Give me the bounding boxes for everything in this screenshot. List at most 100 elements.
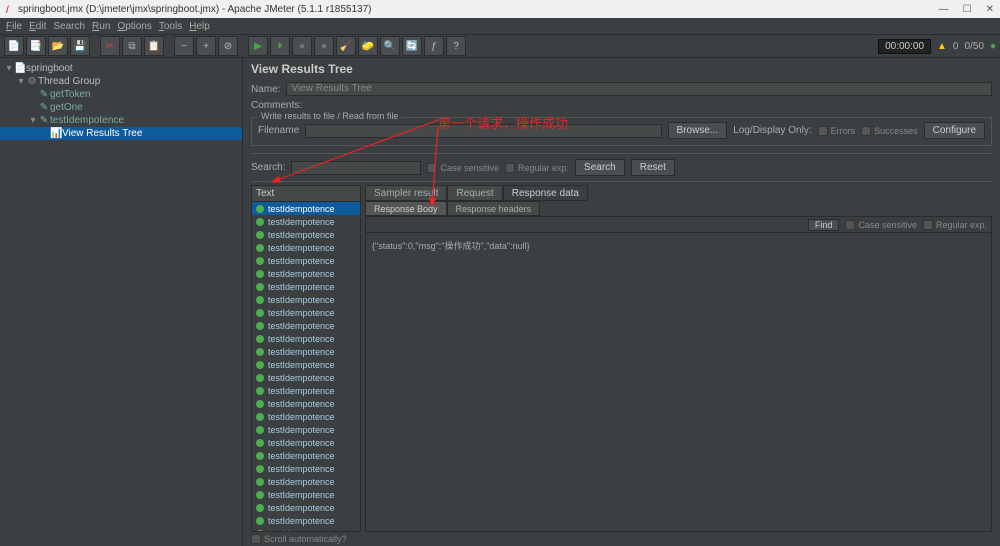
stop-icon[interactable]: ●: [292, 36, 312, 56]
menu-run[interactable]: Run: [90, 21, 112, 32]
panel-title: View Results Tree: [243, 58, 1000, 80]
result-row[interactable]: testIdempotence: [252, 449, 360, 462]
toolbar: 📄 📑 📂 💾 ✂ ⧉ 📋 − + ⊘ ▶ ⏵ ● ● 🧹 🧽 🔍 🔄 ƒ ? …: [0, 34, 1000, 58]
result-row[interactable]: testIdempotence: [252, 436, 360, 449]
tree-label: View Results Tree: [62, 128, 142, 139]
tab-response-data[interactable]: Response data: [503, 185, 588, 201]
search-icon[interactable]: 🔍: [380, 36, 400, 56]
result-row[interactable]: testIdempotence: [252, 397, 360, 410]
comments-label: Comments:: [251, 100, 302, 111]
minimize-button[interactable]: —: [939, 4, 949, 15]
result-row[interactable]: testIdempotence: [252, 514, 360, 527]
tab-request[interactable]: Request: [447, 185, 502, 201]
result-row[interactable]: testIdempotence: [252, 501, 360, 514]
collapse-icon[interactable]: +: [196, 36, 216, 56]
menu-options[interactable]: Options: [115, 21, 153, 32]
filename-input[interactable]: [305, 124, 661, 138]
result-row[interactable]: testIdempotence: [252, 423, 360, 436]
results-list[interactable]: Text testIdempotencetestIdempotencetestI…: [251, 185, 361, 532]
help-icon[interactable]: ?: [446, 36, 466, 56]
window-title: springboot.jmx (D:\jmeter\jmx\springboot…: [18, 4, 371, 15]
find-button[interactable]: Find: [808, 219, 840, 231]
reset-button[interactable]: Reset: [631, 159, 675, 176]
tree-label: testIdempotence: [50, 115, 124, 126]
function-helper-icon[interactable]: ƒ: [424, 36, 444, 56]
clear-all-icon[interactable]: 🧽: [358, 36, 378, 56]
menu-edit[interactable]: Edit: [27, 21, 48, 32]
paste-icon[interactable]: 📋: [144, 36, 164, 56]
scroll-auto-checkbox[interactable]: Scroll automatically?: [251, 534, 347, 544]
test-plan-tree[interactable]: ▾📄 springboot ▾⚙ Thread Group ✎ getToken…: [0, 58, 243, 546]
expand-icon[interactable]: −: [174, 36, 194, 56]
result-row[interactable]: testIdempotence: [252, 527, 360, 531]
status-icon: ●: [990, 41, 996, 52]
result-row[interactable]: testIdempotence: [252, 293, 360, 306]
menu-file[interactable]: File: [4, 21, 24, 32]
close-button[interactable]: ✕: [986, 4, 994, 15]
new-icon[interactable]: 📄: [4, 36, 24, 56]
result-row[interactable]: testIdempotence: [252, 280, 360, 293]
thread-count: 0/50: [964, 41, 983, 52]
case-sensitive-checkbox[interactable]: Case sensitive: [427, 163, 499, 173]
configure-button[interactable]: Configure: [924, 122, 985, 139]
result-row[interactable]: testIdempotence: [252, 241, 360, 254]
response-body-text[interactable]: {"status":0,"msg":"操作成功","data":null}: [366, 233, 991, 531]
result-row[interactable]: testIdempotence: [252, 410, 360, 423]
copy-icon[interactable]: ⧉: [122, 36, 142, 56]
result-row[interactable]: testIdempotence: [252, 215, 360, 228]
browse-button[interactable]: Browse...: [668, 122, 728, 139]
tree-sampler[interactable]: ▾✎ testIdempotence: [0, 114, 242, 127]
tree-listener[interactable]: 📊 View Results Tree: [0, 127, 242, 140]
result-row[interactable]: testIdempotence: [252, 475, 360, 488]
file-fieldset: Write results to file / Read from file F…: [251, 117, 992, 146]
result-row[interactable]: testIdempotence: [252, 345, 360, 358]
result-row[interactable]: testIdempotence: [252, 319, 360, 332]
successes-checkbox[interactable]: Successes: [861, 126, 918, 136]
resp-case-sensitive[interactable]: Case sensitive: [845, 220, 917, 230]
search-button[interactable]: Search: [575, 159, 625, 176]
name-input[interactable]: View Results Tree: [286, 82, 992, 96]
search-input[interactable]: [291, 161, 421, 175]
tree-sampler[interactable]: ✎ getOne: [0, 101, 242, 114]
warning-count: 0: [953, 41, 959, 52]
result-row[interactable]: testIdempotence: [252, 306, 360, 319]
errors-checkbox[interactable]: Errors: [818, 126, 856, 136]
menu-tools[interactable]: Tools: [157, 21, 184, 32]
result-row[interactable]: testIdempotence: [252, 462, 360, 475]
tree-sampler[interactable]: ✎ getToken: [0, 88, 242, 101]
subtab-response-headers[interactable]: Response headers: [447, 201, 541, 216]
open-icon[interactable]: 📂: [48, 36, 68, 56]
templates-icon[interactable]: 📑: [26, 36, 46, 56]
reset-search-icon[interactable]: 🔄: [402, 36, 422, 56]
save-icon[interactable]: 💾: [70, 36, 90, 56]
maximize-button[interactable]: ☐: [963, 4, 972, 15]
result-row[interactable]: testIdempotence: [252, 332, 360, 345]
result-row[interactable]: testIdempotence: [252, 358, 360, 371]
resp-regex[interactable]: Regular exp.: [923, 220, 987, 230]
menubar: File Edit Search Run Options Tools Help: [0, 18, 1000, 34]
result-row[interactable]: testIdempotence: [252, 488, 360, 501]
regex-checkbox[interactable]: Regular exp.: [505, 163, 569, 173]
result-row[interactable]: testIdempotence: [252, 202, 360, 215]
result-row[interactable]: testIdempotence: [252, 228, 360, 241]
app-icon: /: [6, 5, 14, 13]
toggle-icon[interactable]: ⊘: [218, 36, 238, 56]
subtab-response-body[interactable]: Response Body: [365, 201, 447, 216]
tree-root[interactable]: ▾📄 springboot: [0, 62, 242, 75]
start-no-timers-icon[interactable]: ⏵: [270, 36, 290, 56]
result-row[interactable]: testIdempotence: [252, 384, 360, 397]
tree-label: getOne: [50, 102, 83, 113]
result-row[interactable]: testIdempotence: [252, 267, 360, 280]
name-label: Name:: [251, 84, 280, 95]
clear-icon[interactable]: 🧹: [336, 36, 356, 56]
tab-sampler-result[interactable]: Sampler result: [365, 185, 447, 201]
cut-icon[interactable]: ✂: [100, 36, 120, 56]
menu-search[interactable]: Search: [51, 21, 87, 32]
menu-help[interactable]: Help: [187, 21, 212, 32]
result-row[interactable]: testIdempotence: [252, 254, 360, 267]
tree-thread-group[interactable]: ▾⚙ Thread Group: [0, 75, 242, 88]
shutdown-icon[interactable]: ●: [314, 36, 334, 56]
elapsed-timer: 00:00:00: [878, 39, 931, 54]
start-icon[interactable]: ▶: [248, 36, 268, 56]
result-row[interactable]: testIdempotence: [252, 371, 360, 384]
